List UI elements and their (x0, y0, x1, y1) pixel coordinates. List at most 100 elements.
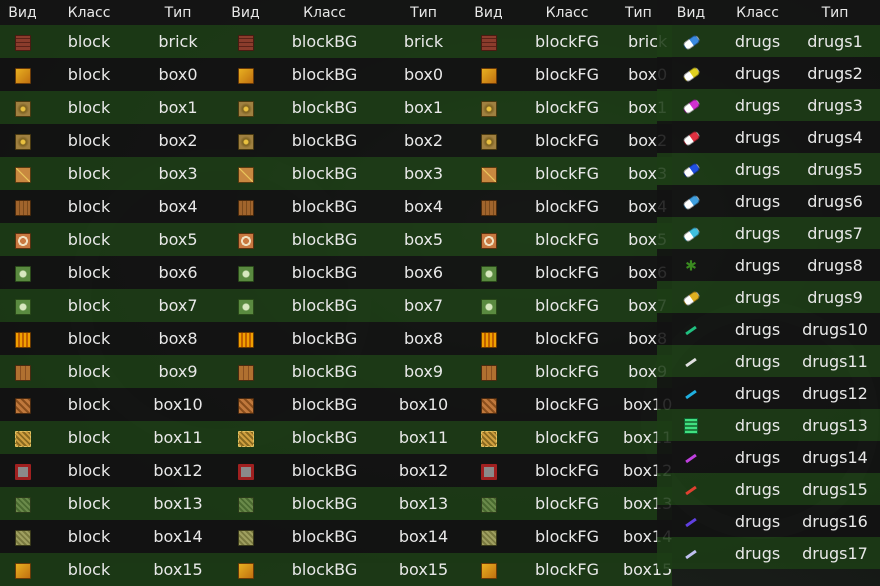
brick-icon (237, 34, 254, 51)
cigarette-icon (685, 357, 697, 367)
red-frame-box-icon (480, 463, 497, 480)
pill-icon (681, 97, 701, 115)
table-row[interactable]: drugs drugs4 (657, 121, 880, 153)
class-cell: drugs (725, 505, 790, 537)
class-cell: block (45, 355, 133, 388)
table-row[interactable]: drugs drugs11 (657, 345, 880, 377)
view-cell (0, 91, 45, 124)
type-cell: brick (381, 25, 466, 58)
class-cell: drugs (725, 281, 790, 313)
drugs-table: Вид Класс Тип drugs drugs1 drugs drugs2 drug… (657, 0, 880, 569)
table-row[interactable]: drugs drugs6 (657, 185, 880, 217)
class-cell: block (45, 454, 133, 487)
pill-icon (681, 193, 701, 211)
type-cell: box11 (381, 421, 466, 454)
table-row[interactable]: block box9 blockBG box9 blockFG box9 (0, 355, 673, 388)
class-cell: block (45, 25, 133, 58)
view-cell (466, 487, 511, 520)
table-row[interactable]: block box3 blockBG box3 blockFG box3 (0, 157, 673, 190)
header-class[interactable]: Класс (268, 0, 381, 25)
view-cell (0, 190, 45, 223)
syringe-icon (685, 389, 697, 399)
question-block-icon (14, 67, 31, 84)
type-cell: box5 (133, 223, 223, 256)
table-row[interactable]: drugs drugs1 (657, 25, 880, 57)
gold-pattern-box-icon (480, 430, 497, 447)
diagonal-crate-icon (237, 397, 254, 414)
table-row[interactable]: block box10 blockBG box10 blockFG box10 (0, 388, 673, 421)
table-row[interactable]: block box12 blockBG box12 blockFG box12 (0, 454, 673, 487)
table-row[interactable]: block box11 blockBG box11 blockFG box11 (0, 421, 673, 454)
table-row[interactable]: ✱ drugs drugs8 (657, 249, 880, 281)
type-cell: box12 (133, 454, 223, 487)
type-cell: box13 (133, 487, 223, 520)
table-row[interactable]: drugs drugs16 (657, 505, 880, 537)
table-row[interactable]: drugs drugs15 (657, 473, 880, 505)
view-cell (466, 58, 511, 91)
syringe-icon (685, 325, 697, 335)
class-cell: drugs (725, 249, 790, 281)
class-cell: blockBG (268, 355, 381, 388)
header-view[interactable]: Вид (466, 0, 511, 25)
header-class[interactable]: Класс (725, 0, 790, 25)
table-row[interactable]: block box4 blockBG box4 blockFG box4 (0, 190, 673, 223)
table-row[interactable]: drugs drugs13 (657, 409, 880, 441)
view-cell (223, 520, 268, 553)
type-cell: drugs13 (790, 409, 880, 441)
table-row[interactable]: drugs drugs3 (657, 89, 880, 121)
green-emblem-box-icon (237, 298, 254, 315)
table-row[interactable]: drugs drugs7 (657, 217, 880, 249)
red-frame-box-icon (237, 463, 254, 480)
table-row[interactable]: block box7 blockBG box7 blockFG box7 (0, 289, 673, 322)
table-row[interactable]: block box0 blockBG box0 blockFG box0 (0, 58, 673, 91)
table-row[interactable]: block box13 blockBG box13 blockFG box13 (0, 487, 673, 520)
table-row[interactable]: block box8 blockBG box8 blockFG box8 (0, 322, 673, 355)
view-cell (657, 89, 725, 121)
header-view[interactable]: Вид (223, 0, 268, 25)
view-cell: ✱ (657, 249, 725, 281)
header-class[interactable]: Класс (45, 0, 133, 25)
table-row[interactable]: block box6 blockBG box6 blockFG box6 (0, 256, 673, 289)
class-cell: block (45, 91, 133, 124)
green-emblem-box-icon (480, 265, 497, 282)
table-row[interactable]: drugs drugs5 (657, 153, 880, 185)
header-type[interactable]: Тип (133, 0, 223, 25)
view-cell (657, 409, 725, 441)
table-row[interactable]: drugs drugs12 (657, 377, 880, 409)
type-cell: box8 (133, 322, 223, 355)
cross-box-icon (237, 166, 254, 183)
type-cell: box2 (133, 124, 223, 157)
pill-icon (681, 161, 701, 179)
pill-icon (681, 289, 701, 307)
view-cell (223, 91, 268, 124)
type-cell: box1 (133, 91, 223, 124)
view-cell (657, 121, 725, 153)
type-cell: box14 (133, 520, 223, 553)
header-type[interactable]: Тип (790, 0, 880, 25)
view-cell (657, 281, 725, 313)
table-row[interactable]: block box5 blockBG box5 blockFG box5 (0, 223, 673, 256)
table-row[interactable]: drugs drugs10 (657, 313, 880, 345)
table-row[interactable]: drugs drugs9 (657, 281, 880, 313)
table-row[interactable]: block box2 blockBG box2 blockFG box2 (0, 124, 673, 157)
type-cell: box0 (133, 58, 223, 91)
table-row[interactable]: drugs drugs14 (657, 441, 880, 473)
table-row[interactable]: block box15 blockBG box15 blockFG box15 (0, 553, 673, 586)
table-row[interactable]: block box1 blockBG box1 blockFG box1 (0, 91, 673, 124)
header-view[interactable]: Вид (0, 0, 45, 25)
view-cell (657, 505, 725, 537)
table-row[interactable]: block brick blockBG brick blockFG brick (0, 25, 673, 58)
type-cell: box15 (381, 553, 466, 586)
table-row[interactable]: drugs drugs2 (657, 57, 880, 89)
table-row[interactable]: drugs drugs17 (657, 537, 880, 569)
view-cell (466, 454, 511, 487)
header-type[interactable]: Тип (381, 0, 466, 25)
table-row[interactable]: block box14 blockBG box14 blockFG box14 (0, 520, 673, 553)
header-view[interactable]: Вид (657, 0, 725, 25)
type-cell: box3 (133, 157, 223, 190)
class-cell: blockFG (511, 223, 623, 256)
view-cell (657, 25, 725, 57)
header-class[interactable]: Класс (511, 0, 623, 25)
leaf-icon: ✱ (685, 258, 697, 274)
class-cell: blockFG (511, 553, 623, 586)
